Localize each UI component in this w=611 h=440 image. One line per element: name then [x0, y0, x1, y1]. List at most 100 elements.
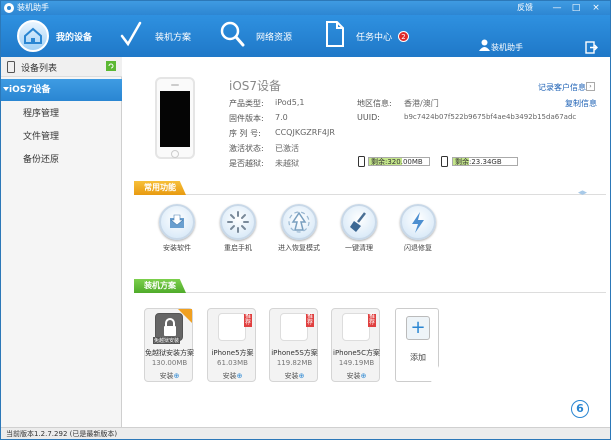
document-icon	[326, 21, 344, 47]
lightning-icon	[400, 204, 436, 240]
nav-label: 网络资源	[256, 33, 293, 43]
install-link[interactable]: 安装⊕	[145, 371, 194, 381]
feedback-link[interactable]: 反馈	[517, 2, 533, 13]
user-name[interactable]: 装机助手	[491, 42, 523, 53]
close-button[interactable]: ×	[589, 2, 603, 14]
nav-my-device[interactable]: 我的设备	[1, 15, 111, 57]
app-title: 装机助手	[17, 3, 49, 12]
checkmark-icon	[120, 21, 142, 47]
device-image	[155, 77, 195, 159]
recovery-mode-button[interactable]: 进入恢复模式	[269, 204, 329, 253]
plan-size: 119.82MB	[276, 359, 313, 367]
field-label: 固件版本:	[229, 114, 264, 123]
restart-phone-button[interactable]: 重启手机	[208, 204, 268, 253]
storage-label: 剩余:23.34GB	[455, 158, 502, 166]
sidebar-item-label: 备份还原	[23, 155, 60, 165]
plan-card-jailbreak-free[interactable]: 免越狱安装 免越狱安装方案 130.00MB 安装⊕	[144, 308, 194, 382]
plan-card-iphone5[interactable]: 推荐 iPhone5方案 61.03MB 安装⊕	[207, 308, 256, 382]
device-screen	[160, 91, 190, 147]
uuid-value: b9c7424b07f522b9675bf4ae4b3492b15da67adc	[404, 113, 577, 121]
field-label: 产品类型:	[229, 99, 264, 108]
sidebar-item-label: iOS7设备	[9, 85, 51, 95]
sidebar-item-file-manager[interactable]: 文件管理	[1, 126, 122, 148]
one-click-clean-button[interactable]: 一键清理	[329, 204, 389, 253]
sidebar-item-label: 程序管理	[23, 109, 60, 119]
exit-icon[interactable]	[585, 41, 598, 54]
function-label: 闪退修复	[404, 244, 432, 252]
user-avatar-icon	[479, 39, 490, 51]
sidebar-item-label: 文件管理	[23, 132, 60, 142]
function-label: 重启手机	[224, 244, 252, 252]
jailbreak-tag: 免越狱安装	[153, 337, 181, 344]
function-label: 安装软件	[163, 244, 191, 252]
plan-size: 149.19MB	[338, 359, 375, 367]
field-value: 7.0	[275, 113, 288, 122]
common-functions-section: 常用功能	[134, 181, 606, 195]
arrow-icon[interactable]: ›	[586, 82, 595, 91]
scroll-arrows-icon[interactable]: ◂▸	[578, 188, 587, 198]
region-label: 地区信息:	[357, 99, 392, 108]
phone-icon	[7, 61, 15, 73]
copy-info-link[interactable]: 复制信息	[565, 98, 597, 109]
plan-thumbnail	[280, 313, 308, 341]
recommend-flag: 推荐	[306, 313, 314, 327]
add-plan-button[interactable]: + 添加	[395, 308, 439, 382]
plan-size: 130.00MB	[151, 359, 188, 367]
plan-card-iphone5c[interactable]: 推荐 iPhone5C方案 149.19MB 安装⊕	[331, 308, 380, 382]
section-title: 装机方案	[134, 279, 186, 293]
nav-install-plan[interactable]: 装机方案	[111, 15, 221, 57]
phone-storage-icon	[358, 156, 365, 167]
data-storage-bar: 剩余:23.34GB	[452, 157, 518, 166]
sidebar-item-backup-restore[interactable]: 备份还原	[1, 149, 122, 171]
field-value: iPod5,1	[275, 98, 305, 107]
plan-size: 61.03MB	[217, 359, 248, 367]
nav-network-resources[interactable]: 网络资源	[216, 15, 316, 57]
recovery-icon	[281, 204, 317, 240]
sidebar-item-ios7-device[interactable]: iOS7设备	[1, 79, 122, 101]
ios6-badge-icon[interactable]: 6	[571, 400, 589, 418]
plan-card-iphone5s[interactable]: 推荐 iPhone5S方案 119.82MB 安装⊕	[269, 308, 318, 382]
nav-label: 装机方案	[155, 33, 192, 43]
sidebar-item-app-manager[interactable]: 程序管理	[1, 103, 122, 125]
maximize-button[interactable]: □	[569, 2, 583, 14]
record-customer-info-link[interactable]: 记录客户信息	[538, 82, 586, 93]
recommend-corner-icon	[178, 309, 192, 323]
home-icon	[17, 20, 49, 52]
install-link[interactable]: 安装⊕	[208, 371, 257, 381]
broom-icon	[341, 204, 377, 240]
status-bar: 当前版本1.2.7.292 (已是最新版本)	[1, 427, 610, 439]
field-label: 序 列 号:	[229, 129, 261, 138]
install-icon	[159, 204, 195, 240]
home-button-shape	[171, 150, 179, 158]
plus-circle-icon: ⊕	[298, 372, 305, 380]
install-link[interactable]: 安装⊕	[270, 371, 319, 381]
plus-circle-icon: ⊕	[236, 372, 243, 380]
field-value: 未越狱	[275, 159, 299, 168]
function-label: 一键清理	[345, 244, 373, 252]
restart-icon	[220, 204, 256, 240]
plus-circle-icon: ⊕	[360, 372, 367, 380]
field-value: CCQJKGZRF4JR	[275, 128, 335, 137]
nav-label: 任务中心	[356, 33, 393, 43]
region-value: 香港/澳门	[404, 99, 439, 108]
nav-label: 我的设备	[56, 33, 93, 43]
add-label: 添加	[410, 353, 426, 362]
task-count-badge: 2	[398, 31, 409, 42]
device-name: iOS7设备	[229, 79, 282, 93]
install-plans-section: 装机方案	[134, 279, 606, 293]
crash-fix-button[interactable]: 闪退修复	[388, 204, 448, 253]
refresh-icon[interactable]	[106, 61, 116, 71]
plus-icon: +	[406, 316, 430, 340]
recommend-flag: 推荐	[368, 313, 376, 327]
plan-name: iPhone5方案	[211, 349, 254, 357]
system-storage-bar: 剩余:320.00MB	[368, 157, 430, 166]
device-list-title: 设备列表	[21, 64, 58, 74]
field-label: 是否越狱:	[229, 159, 264, 168]
collapse-arrow-icon	[3, 87, 9, 91]
install-link[interactable]: 安装⊕	[332, 371, 381, 381]
recommend-flag: 推荐	[244, 313, 252, 327]
function-label: 进入恢复模式	[278, 244, 320, 252]
minimize-button[interactable]: —	[550, 2, 564, 14]
install-software-button[interactable]: 安装软件	[147, 204, 207, 253]
plan-name: 免越狱安装方案	[145, 349, 194, 357]
